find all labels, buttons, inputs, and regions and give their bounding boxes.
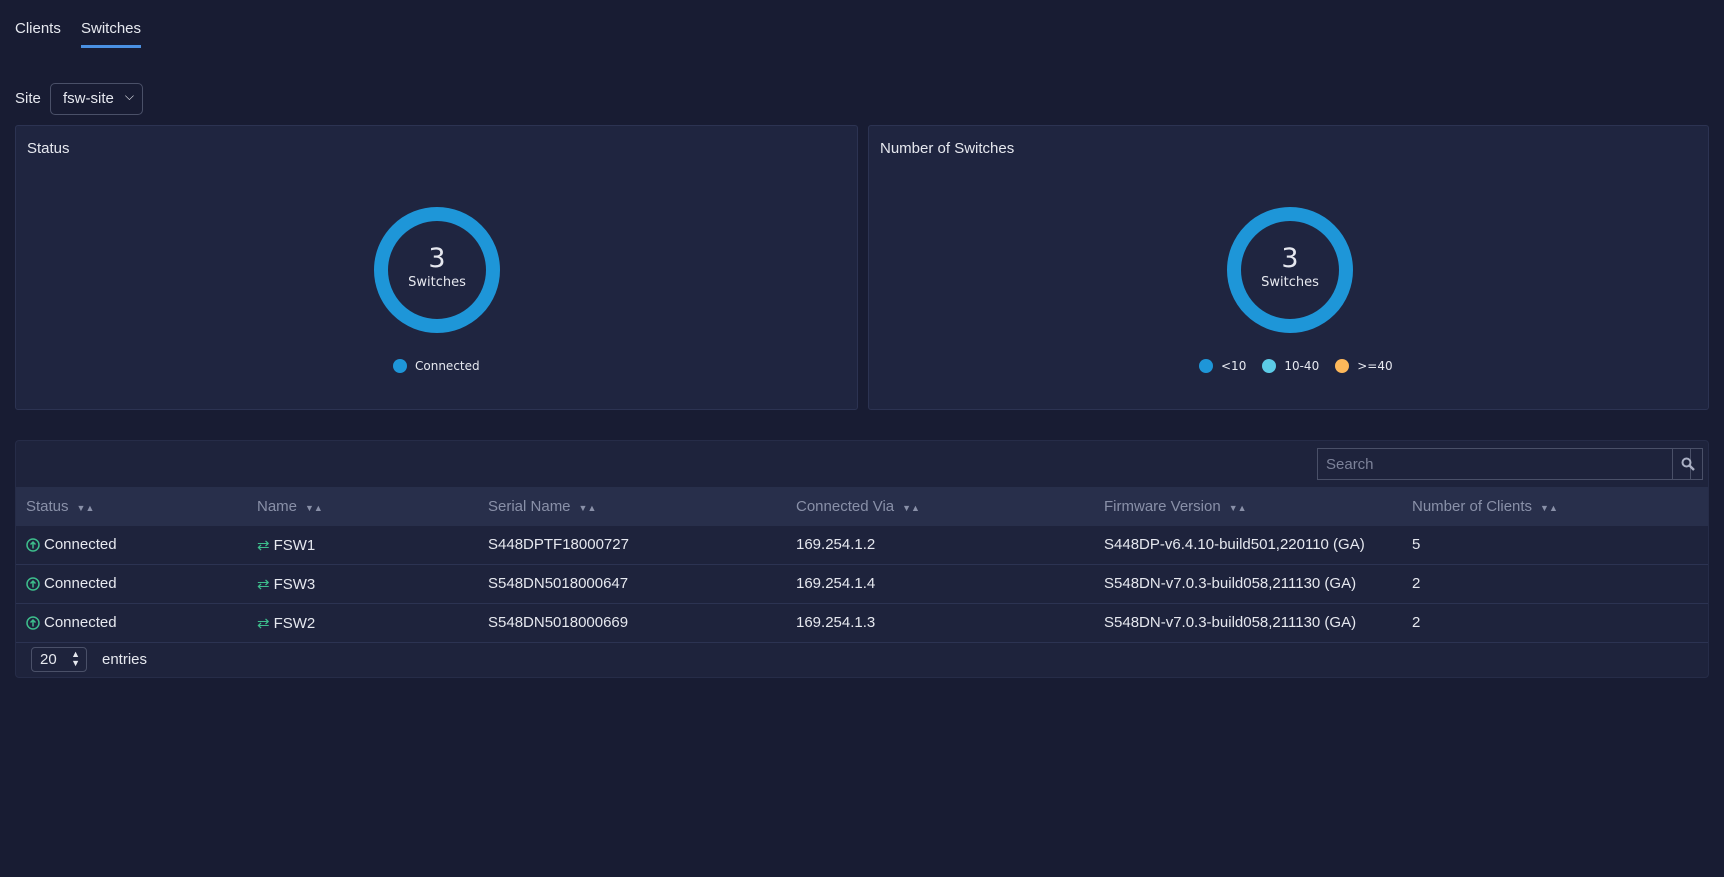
donut-count: 3 xyxy=(1281,243,1299,274)
donut-unit: Switches xyxy=(408,275,466,290)
legend-label[interactable]: 10-40 xyxy=(1284,359,1319,373)
clients-cell: 2 xyxy=(1412,614,1421,631)
column-header-connected-via[interactable]: Connected Via ▼▲ xyxy=(796,498,920,515)
site-select[interactable]: fsw-site ⌵ xyxy=(50,83,143,115)
sort-icon[interactable]: ▼▲ xyxy=(305,503,323,513)
search-icon xyxy=(1681,457,1695,471)
tab-switches[interactable]: Switches xyxy=(81,20,142,48)
sort-icon[interactable]: ▼▲ xyxy=(902,503,920,513)
sort-icon[interactable]: ▼▲ xyxy=(1540,503,1558,513)
sort-icon[interactable]: ▼▲ xyxy=(1229,503,1247,513)
connected-via-cell: 169.254.1.4 xyxy=(796,575,876,592)
legend-dot-connected xyxy=(393,359,407,373)
status-text: Connected xyxy=(44,575,117,592)
switches-table: Status▼▲ Name▼▲ Serial Name▼▲ Connected … xyxy=(15,440,1709,678)
column-header-serial[interactable]: Serial Name ▼▲ xyxy=(488,498,596,515)
status-up-icon xyxy=(26,537,40,552)
page-size-select[interactable]: 20 ▲ ▼ xyxy=(31,647,87,672)
table-row[interactable]: Connected ⇄ FSW1 S448DPTF18000727 169.254… xyxy=(16,526,1708,565)
entries-label: entries xyxy=(102,651,148,668)
column-header-name[interactable]: Name ▼▲ xyxy=(257,498,323,515)
legend-dot-10-40 xyxy=(1262,359,1277,373)
serial-cell: S448DPTF18000727 xyxy=(488,536,629,553)
table-row[interactable]: Connected ⇄ FSW3 S548DN5018000647 169.254… xyxy=(16,565,1708,604)
connected-via-cell: 169.254.1.2 xyxy=(796,536,876,553)
connected-via-cell: 169.254.1.3 xyxy=(796,614,876,631)
legend-dot-gte40 xyxy=(1335,359,1350,373)
number-of-switches-panel: Number of Switches 3 Switches <10 10-40 … xyxy=(868,125,1709,410)
serial-cell: S548DN5018000669 xyxy=(488,614,629,631)
donut-unit: Switches xyxy=(1261,275,1319,290)
sort-icon[interactable]: ▼▲ xyxy=(77,503,95,513)
status-up-icon xyxy=(26,615,40,630)
table-row[interactable]: Connected ⇄ FSW2 S548DN5018000669 169.254… xyxy=(16,604,1708,643)
panel-title: Status xyxy=(27,140,70,157)
spinner-icon: ▲ ▼ xyxy=(71,649,80,668)
column-header-clients[interactable]: Number of Clients ▼▲ xyxy=(1412,498,1558,515)
status-text: Connected xyxy=(44,614,117,631)
switch-icon: ⇄ xyxy=(257,537,270,554)
switches-legend: <10 10-40 >=40 xyxy=(1199,359,1401,373)
firmware-cell: S448DP-v6.4.10-build501,220110 (GA) xyxy=(1104,536,1365,553)
status-donut[interactable]: 3 Switches xyxy=(374,207,500,333)
status-panel: Status 3 Switches Connected xyxy=(15,125,858,410)
switch-name[interactable]: FSW1 xyxy=(274,537,316,554)
status-text: Connected xyxy=(44,536,117,553)
table-header: Status ▼▲ Name ▼▲ Serial Name ▼▲ Connected … xyxy=(16,487,1708,526)
legend-label[interactable]: Connected xyxy=(415,359,480,373)
chevron-down-icon: ⌵ xyxy=(124,89,134,103)
clients-cell: 5 xyxy=(1412,536,1421,553)
status-up-icon xyxy=(26,576,40,591)
column-header-status[interactable]: Status ▼▲ xyxy=(26,498,94,515)
legend-dot-lt10 xyxy=(1199,359,1213,373)
legend-label[interactable]: >=40 xyxy=(1357,359,1392,373)
panel-title: Number of Switches xyxy=(880,140,1015,157)
status-legend: Connected xyxy=(393,359,488,373)
sort-icon[interactable]: ▼▲ xyxy=(579,503,597,513)
column-header-firmware[interactable]: Firmware Version ▼▲ xyxy=(1104,498,1247,515)
switches-donut[interactable]: 3 Switches xyxy=(1227,207,1353,333)
search-button[interactable] xyxy=(1672,448,1703,480)
switch-name[interactable]: FSW2 xyxy=(274,615,316,632)
switch-icon: ⇄ xyxy=(257,576,270,593)
legend-label[interactable]: <10 xyxy=(1221,359,1246,373)
switch-icon: ⇄ xyxy=(257,615,270,632)
site-value: fsw-site xyxy=(63,90,114,107)
tab-clients[interactable]: Clients xyxy=(15,20,61,45)
site-label: Site xyxy=(15,90,41,107)
donut-count: 3 xyxy=(428,243,446,274)
firmware-cell: S548DN-v7.0.3-build058,211130 (GA) xyxy=(1104,575,1357,592)
clients-cell: 2 xyxy=(1412,575,1421,592)
switch-name[interactable]: FSW3 xyxy=(274,576,316,593)
firmware-cell: S548DN-v7.0.3-build058,211130 (GA) xyxy=(1104,614,1357,631)
serial-cell: S548DN5018000647 xyxy=(488,575,629,592)
search-input[interactable] xyxy=(1317,448,1691,480)
